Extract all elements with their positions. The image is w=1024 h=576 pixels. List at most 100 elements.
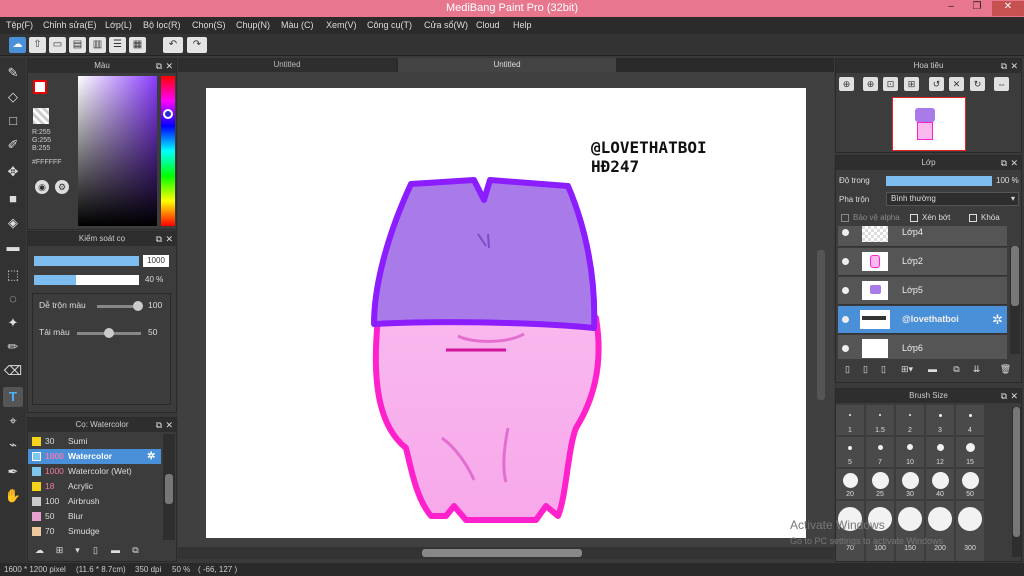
brush-size-cell[interactable]: 25 (866, 469, 894, 499)
menu-help[interactable]: Help (513, 20, 532, 30)
popout-icon[interactable]: ⧉ (1001, 389, 1007, 403)
brush-size-bar[interactable] (34, 256, 139, 266)
brush-size-cell[interactable]: 1 (836, 405, 864, 435)
menu-view[interactable]: Xem(V) (326, 20, 357, 30)
select-pen-icon[interactable]: ✏ (3, 337, 23, 357)
bucket-tool-icon[interactable]: ◈ (3, 213, 23, 233)
eye-icon[interactable] (842, 345, 849, 352)
cloud-icon[interactable]: ☁ (9, 37, 26, 53)
brush-size-value[interactable]: 1000 (143, 255, 169, 267)
close-icon[interactable]: ✕ (165, 59, 173, 73)
brush-size-cell[interactable]: 4 (956, 405, 984, 435)
scrollbar-thumb[interactable] (1011, 246, 1019, 306)
menu-file[interactable]: Tệp(F) (6, 20, 33, 30)
load-slider-handle[interactable] (104, 328, 114, 338)
operation-tool-icon[interactable]: ⌁ (3, 435, 23, 455)
hue-slider[interactable] (161, 76, 175, 226)
brush-size-cell[interactable]: 12 (926, 437, 954, 467)
pen-tool-icon[interactable]: ✐ (3, 135, 23, 155)
tab-untitled-2[interactable]: Untitled (398, 58, 616, 72)
menu-capture[interactable]: Chụp(N) (236, 20, 270, 30)
document-canvas[interactable]: @LOVETHATBOI HĐ247 (206, 88, 806, 538)
close-icon[interactable]: ✕ (165, 418, 173, 432)
layer-folder-icon[interactable]: ▬ (925, 362, 940, 376)
new-halftone-layer-icon[interactable]: ▯ (858, 362, 873, 376)
upload-icon[interactable]: ⇧ (29, 37, 46, 53)
gear-icon[interactable]: ✲ (992, 312, 1003, 328)
brush-size-cell[interactable]: 7 (866, 437, 894, 467)
redo-icon[interactable]: ↷ (187, 37, 207, 53)
move-tool-icon[interactable]: ✥ (3, 162, 23, 182)
rotate-left-icon[interactable]: ↺ (929, 77, 944, 91)
primary-color-swatch[interactable] (33, 80, 47, 94)
brush-size-cell[interactable]: 40 (926, 469, 954, 499)
brush-copy-icon[interactable]: ▯ (88, 543, 103, 557)
add-layer-menu-icon[interactable]: ⊞▾ (896, 362, 918, 376)
fit-icon[interactable]: ⊡ (883, 77, 898, 91)
menu-tools[interactable]: Công cụ(T) (367, 20, 412, 30)
menu-window[interactable]: Cửa sổ(W) (424, 20, 468, 30)
add-brush-icon[interactable]: ⊞ (52, 543, 67, 557)
select-tool-icon[interactable]: ⬚ (3, 265, 23, 285)
brush-size-cell[interactable]: 300 (956, 501, 984, 561)
scrollbar-thumb[interactable] (165, 474, 173, 504)
layer-row-lop4[interactable]: Lớp4 (838, 226, 1007, 247)
undo-icon[interactable]: ↶ (163, 37, 183, 53)
zoom-in-2-icon[interactable]: ⊕ (863, 77, 878, 91)
select-eraser-icon[interactable]: ⌫ (3, 361, 23, 381)
brush-size-cell[interactable]: 50 (956, 469, 984, 499)
cloud-brush-icon[interactable]: ☁ (32, 543, 47, 557)
hue-slider-handle[interactable] (163, 109, 173, 119)
canvas-vscroll-thumb[interactable] (817, 250, 825, 400)
close-icon[interactable]: ✕ (1010, 156, 1018, 170)
brush-size-cell[interactable]: 15 (956, 437, 984, 467)
load-slider[interactable] (77, 328, 141, 338)
layer-row-lovethatboi[interactable]: @lovethatboi ✲ (838, 306, 1007, 334)
eye-icon[interactable] (842, 229, 849, 236)
protect-alpha-checkbox[interactable] (841, 214, 849, 222)
brush-item-blur[interactable]: 50 Blur (28, 509, 161, 524)
hand-tool-icon[interactable]: ✋ (3, 486, 23, 506)
rectangle-tool-icon[interactable]: □ (3, 111, 23, 131)
merge-layer-icon[interactable]: ⇊ (969, 362, 984, 376)
close-icon[interactable]: ✕ (1010, 59, 1018, 73)
brush-size-cell[interactable]: 30 (896, 469, 924, 499)
blend-slider-handle[interactable] (133, 301, 143, 311)
reset-view-icon[interactable]: ✕ (949, 77, 964, 91)
restore-button[interactable]: ❐ (964, 1, 990, 12)
minimize-button[interactable]: – (938, 1, 964, 12)
grid-icon[interactable]: ▦ (129, 37, 146, 53)
brush-size-cell[interactable]: 2 (896, 405, 924, 435)
scrollbar-thumb[interactable] (1013, 407, 1020, 537)
brush-item-airbrush[interactable]: 100 Airbrush (28, 494, 161, 509)
brush-item-watercolor[interactable]: 1000 Watercolor ✲ (28, 449, 161, 464)
popout-icon[interactable]: ⧉ (156, 59, 162, 73)
brush-tool-icon[interactable]: ✎ (3, 63, 23, 83)
brush-folder-icon[interactable]: ▬ (108, 543, 123, 557)
popout-icon[interactable]: ⧉ (156, 418, 162, 432)
fill-rect-tool-icon[interactable]: ■ (3, 189, 23, 209)
layer-scrollbar[interactable] (1010, 246, 1020, 354)
balloon-tool-icon[interactable]: ⌖ (3, 411, 23, 431)
tab-untitled-1[interactable]: Untitled (178, 58, 396, 72)
canvas-hscroll[interactable] (178, 547, 834, 559)
layer-row-lop2[interactable]: Lớp2 (838, 248, 1007, 276)
duplicate-layer-icon[interactable]: ⧉ (949, 362, 964, 376)
text-tool-icon[interactable]: T (3, 387, 23, 407)
menu-cloud[interactable]: Cloud (476, 20, 500, 30)
menu-select[interactable]: Chọn(S) (192, 20, 226, 30)
new-layer-icon[interactable]: ▯ (840, 362, 855, 376)
brush-size-cell[interactable]: 3 (926, 405, 954, 435)
message-icon[interactable]: ▤ (69, 37, 86, 53)
document-icon[interactable]: ▥ (89, 37, 106, 53)
popout-icon[interactable]: ⧉ (1001, 59, 1007, 73)
brush-size-cell[interactable]: 20 (836, 469, 864, 499)
navigator-preview[interactable] (892, 97, 966, 151)
popout-icon[interactable]: ⧉ (156, 232, 162, 246)
new-8bit-layer-icon[interactable]: ▯ (876, 362, 891, 376)
eyedropper-tool-icon[interactable]: ✒ (3, 462, 23, 482)
brush-list-scrollbar[interactable] (163, 434, 175, 540)
menu-filter[interactable]: Bộ lọc(R) (143, 20, 181, 30)
gradient-tool-icon[interactable]: ▬ (3, 237, 23, 257)
lasso-tool-icon[interactable]: ◌ (3, 289, 23, 309)
